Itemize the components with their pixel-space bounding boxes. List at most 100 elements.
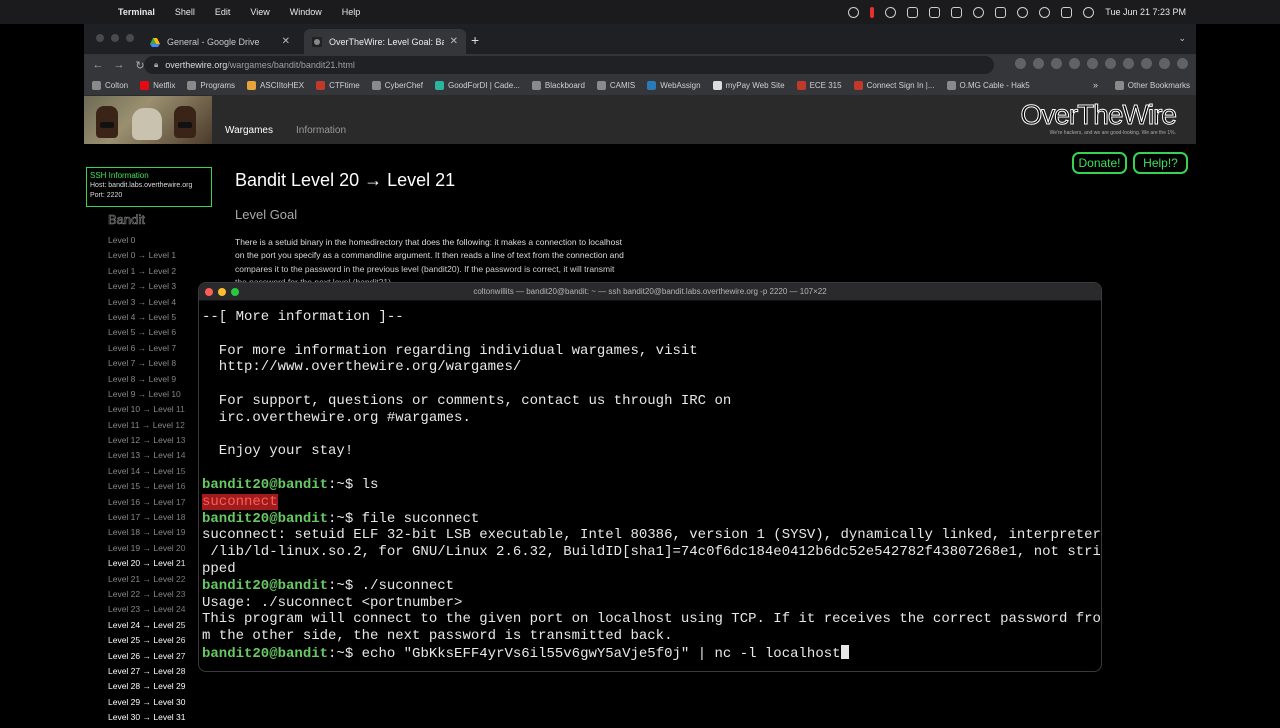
level-link[interactable]: Level 20 → Level 21 [108,558,208,573]
star-icon[interactable] [1033,58,1044,69]
bookmark-item[interactable]: Connect Sign In |... [853,81,935,90]
chevron-down-icon[interactable]: ⌄ [1178,33,1186,44]
tab-overthewire[interactable]: OverTheWire: Level Goal: Bandit ✕ [304,29,466,54]
avatar[interactable] [1159,58,1170,69]
extension-icon[interactable] [1087,58,1098,69]
bookmark-item[interactable]: Colton [92,81,128,90]
menu-view[interactable]: View [250,7,269,17]
bookmark-item[interactable]: CTFtime [316,81,360,90]
bookmark-item[interactable]: Blackboard [531,81,585,90]
close-tab-icon[interactable]: ✕ [450,36,458,47]
puzzle-icon[interactable] [1123,58,1134,69]
control-center-icon[interactable] [1061,6,1073,18]
bookmark-item[interactable]: WebAssign [647,81,701,90]
battery-icon[interactable] [995,6,1007,18]
level-link[interactable]: Level 13 → Level 14 [108,450,208,465]
level-link[interactable]: Level 28 → Level 29 [108,681,208,696]
level-link[interactable]: Level 5 → Level 6 [108,327,208,342]
level-link[interactable]: Level 10 → Level 11 [108,404,208,419]
level-link[interactable]: Level 3 → Level 4 [108,297,208,312]
sidebar-icon[interactable] [1141,58,1152,69]
close-window-icon[interactable] [96,34,104,42]
level-link[interactable]: Level 27 → Level 28 [108,666,208,681]
status-icon[interactable] [885,6,897,18]
nav-wargames[interactable]: Wargames [225,125,273,136]
level-list: Level 0 Level 0 → Level 1 Level 1 → Level … [108,235,208,728]
bookmark-item[interactable]: ASCIItoHEX [247,81,304,90]
level-link[interactable]: Level 21 → Level 22 [108,574,208,589]
extension-icon[interactable] [1051,58,1062,69]
bookmark-item[interactable]: Netflix [140,81,175,90]
kebab-menu-icon[interactable] [1177,58,1188,69]
level-link[interactable]: Level 24 → Level 25 [108,620,208,635]
other-bookmarks[interactable]: Other Bookmarks [1114,81,1190,90]
level-link[interactable]: Level 18 → Level 19 [108,527,208,542]
tab-google-drive[interactable]: General - Google Drive ✕ [142,29,298,54]
bookmark-item[interactable]: CAMIS [596,81,635,90]
new-tab-icon[interactable]: + [471,32,479,48]
menu-app-name[interactable]: Terminal [118,7,155,17]
keyboard-icon[interactable] [951,6,963,18]
bookmark-item[interactable]: CyberChef [371,81,423,90]
menu-shell[interactable]: Shell [175,7,195,17]
level-link[interactable]: Level 14 → Level 15 [108,466,208,481]
display-icon[interactable] [929,6,941,18]
menu-help[interactable]: Help [342,7,361,17]
search-icon[interactable] [1039,6,1051,18]
level-link[interactable]: Level 0 [108,235,208,250]
record-icon[interactable] [848,6,860,18]
lock-icon[interactable]: 🔒︎ [154,60,158,70]
bookmark-item[interactable]: ECE 315 [796,81,842,90]
extension-icon[interactable] [1105,58,1116,69]
level-link[interactable]: Level 16 → Level 17 [108,497,208,512]
level-link[interactable]: Level 15 → Level 16 [108,481,208,496]
wifi-icon[interactable] [1017,6,1029,18]
bookmark-item[interactable]: GoodForDI | Cade... [434,81,520,90]
level-link[interactable]: Level 22 → Level 23 [108,589,208,604]
terminal-titlebar[interactable]: coltonwillits — bandit20@bandit: ~ — ssh… [199,283,1101,301]
menu-window[interactable]: Window [290,7,322,17]
forward-icon[interactable]: → [112,59,126,71]
pause-icon[interactable] [870,6,875,18]
logo-word: OverTheWire [1020,99,1177,130]
terminal-output[interactable]: --[ More information ]-- For more inform… [202,309,1100,662]
level-link[interactable]: Level 8 → Level 9 [108,374,208,389]
clock[interactable]: Tue Jun 21 7:23 PM [1105,7,1186,17]
level-link[interactable]: Level 2 → Level 3 [108,281,208,296]
level-link[interactable]: Level 0 → Level 1 [108,250,208,265]
terminal-window[interactable]: coltonwillits — bandit20@bandit: ~ — ssh… [198,282,1102,672]
bookmark-item[interactable]: O.MG Cable - Hak5 [946,81,1030,90]
level-link[interactable]: Level 29 → Level 30 [108,697,208,712]
app-status-icon[interactable] [907,6,919,18]
extension-icon[interactable] [1069,58,1080,69]
level-link[interactable]: Level 7 → Level 8 [108,358,208,373]
level-link[interactable]: Level 12 → Level 13 [108,435,208,450]
level-link[interactable]: Level 26 → Level 27 [108,651,208,666]
help-button[interactable]: Help!? [1133,152,1188,174]
level-link[interactable]: Level 25 → Level 26 [108,635,208,650]
level-link[interactable]: Level 23 → Level 24 [108,604,208,619]
bookmark-item[interactable]: myPay Web Site [712,81,785,90]
share-icon[interactable] [1015,58,1026,69]
more-bookmarks-button[interactable]: » [1093,80,1098,90]
level-link[interactable]: Level 11 → Level 12 [108,420,208,435]
level-link[interactable]: Level 6 → Level 7 [108,343,208,358]
nav-information[interactable]: Information [296,125,346,136]
donate-button[interactable]: Donate! [1072,152,1127,174]
siri-icon[interactable] [1083,6,1095,18]
address-bar[interactable]: 🔒︎ overthewire.org/wargames/bandit/bandi… [144,56,994,74]
back-icon[interactable]: ← [91,59,105,71]
terminal-line: For more information regarding individua… [202,343,1100,360]
zoom-window-icon[interactable] [126,34,134,42]
minimize-window-icon[interactable] [111,34,119,42]
menu-edit[interactable]: Edit [215,7,231,17]
level-link[interactable]: Level 1 → Level 2 [108,266,208,281]
level-link[interactable]: Level 4 → Level 5 [108,312,208,327]
level-link[interactable]: Level 19 → Level 20 [108,543,208,558]
play-icon[interactable] [973,6,985,18]
site-logo[interactable]: OverTheWire We're hackers, and we are go… [1020,99,1177,136]
level-link[interactable]: Level 9 → Level 10 [108,389,208,404]
bookmark-item[interactable]: Programs [187,81,235,90]
level-link[interactable]: Level 17 → Level 18 [108,512,208,527]
close-tab-icon[interactable]: ✕ [282,36,290,47]
